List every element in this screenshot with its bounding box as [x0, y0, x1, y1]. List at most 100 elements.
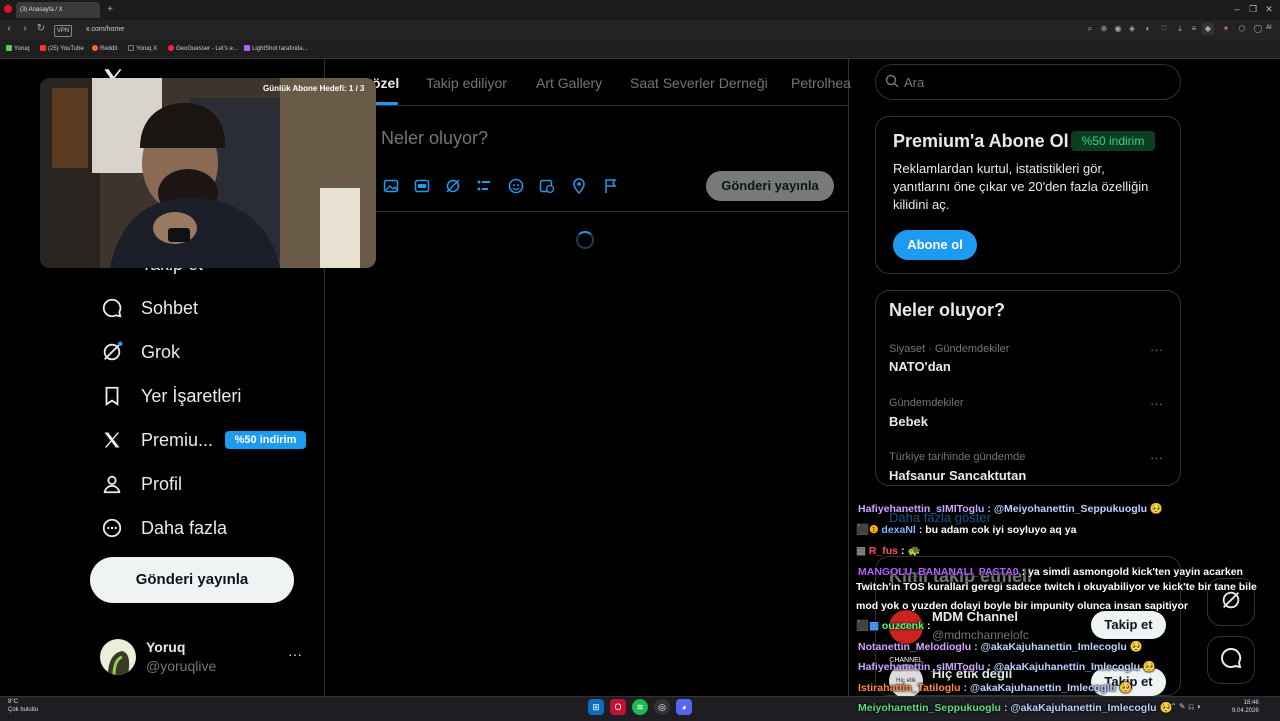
loading-spinner-icon: [576, 231, 594, 249]
zoom-icon[interactable]: ⊕: [1098, 23, 1110, 35]
chat-message: Meiyohanettin_Seppukuoglu: @akaKajuhanet…: [858, 702, 1173, 714]
chat-username: Notanettin_Melodioglu: [858, 641, 972, 653]
spotify-icon[interactable]: ≋: [632, 699, 648, 715]
maximize-icon[interactable]: ❐: [1246, 2, 1260, 16]
browser-tab[interactable]: (3) Anasayfa / X: [16, 2, 100, 18]
chat-username: Hafiyehanettin_sIMIToglu: [858, 661, 985, 673]
chat-message: Twitch'in TOS kurallari geregi sadece tw…: [856, 581, 1257, 593]
nav-grok[interactable]: Grok: [100, 332, 180, 372]
account-handle[interactable]: @yoruqlive: [146, 658, 216, 674]
bookmark-item[interactable]: Yoruq X: [128, 44, 157, 54]
forward-icon[interactable]: ›: [18, 22, 32, 36]
opera-icon[interactable]: O: [610, 699, 626, 715]
extension-icon[interactable]: ✶: [1220, 23, 1232, 35]
heart-icon[interactable]: ♡: [1158, 23, 1170, 35]
gif-icon[interactable]: [414, 178, 430, 194]
premium-discount-badge[interactable]: %50 indirim: [225, 431, 306, 449]
chat-message: mod yok o yuzden dolayi boyle bir impuni…: [856, 600, 1188, 612]
bookmark-item[interactable]: GeoGuesser - Let's e...: [168, 44, 238, 54]
obs-icon[interactable]: ◎: [654, 699, 670, 715]
close-icon[interactable]: ✕: [1262, 2, 1276, 16]
url-field[interactable]: x.com/home: [86, 22, 286, 38]
opera-logo-icon[interactable]: [4, 5, 12, 13]
schedule-icon[interactable]: [539, 178, 555, 194]
search-icon: [885, 74, 899, 93]
trend-name[interactable]: NATO'dan: [889, 359, 951, 374]
suggested-account-handle: @mdmchannelofc: [932, 628, 1029, 642]
nav-label: Profil: [141, 473, 183, 494]
trend-meta: Siyaset · Gündemdekiler: [889, 343, 1010, 355]
reload-icon[interactable]: ↻: [34, 22, 48, 36]
bookmark-item[interactable]: Reddit: [92, 44, 117, 54]
bookmark-item[interactable]: (25) YouTube: [40, 44, 84, 54]
trend-name[interactable]: Hafsanur Sancaktutan: [889, 468, 1026, 483]
chat-message: Hafiyehanettin_sIMIToglu: @akaKajuhanett…: [858, 661, 1157, 673]
chat-username: Istirahattin_Tatiloglu: [858, 682, 961, 694]
system-tray-icons[interactable]: ⌃ ✎ ⎌ ◗: [1170, 702, 1201, 712]
account-name[interactable]: Yoruq: [146, 639, 185, 655]
trend-more-icon[interactable]: ···: [1150, 450, 1163, 465]
nav-label: Grok: [141, 341, 181, 362]
nav-profile[interactable]: Profil: [100, 464, 182, 504]
chat-message: MANGOLU_BANANALI_PASTA0: ya simdi asmong…: [858, 566, 1243, 578]
clock[interactable]: 18:46 9.04.2026: [1232, 699, 1259, 715]
x-logo-icon: [100, 428, 124, 452]
back-icon[interactable]: ‹: [2, 22, 16, 36]
wallet-icon[interactable]: ◐: [1142, 23, 1154, 35]
new-tab-icon[interactable]: +: [104, 4, 116, 16]
extension-icon[interactable]: ◆: [1202, 23, 1214, 35]
menu-icon[interactable]: ≡: [1188, 23, 1200, 35]
compose-post-button[interactable]: Gönderi yayınla: [706, 171, 834, 201]
chat-username: R_fus: [868, 545, 899, 557]
image-icon[interactable]: [383, 178, 399, 194]
search-input[interactable]: Ara: [904, 75, 924, 90]
trend-name[interactable]: Bebek: [889, 414, 928, 429]
webcam-overlay: [40, 78, 376, 268]
trend-more-icon[interactable]: ···: [1150, 396, 1163, 411]
follow-button[interactable]: Takip et: [1091, 611, 1166, 639]
more-circle-icon: [100, 516, 124, 540]
trend-meta: Türkiye tarihinde gündemde: [889, 451, 1026, 463]
ai-button[interactable]: AI: [1266, 25, 1272, 31]
discord-icon[interactable]: ◕: [676, 699, 692, 715]
tab-ozel[interactable]: özel: [372, 75, 399, 91]
nav-more[interactable]: Daha fazla: [100, 508, 227, 548]
nav-chat[interactable]: Sohbet: [100, 288, 198, 328]
minimize-icon[interactable]: –: [1230, 2, 1244, 16]
shield-icon[interactable]: ◈: [1126, 23, 1138, 35]
bookmark-item[interactable]: Yoruq: [6, 44, 29, 54]
grok-icon[interactable]: [445, 178, 461, 194]
messages-fab[interactable]: [1207, 636, 1255, 684]
bookmark-icon: [100, 384, 124, 408]
vpn-badge[interactable]: VPN: [54, 25, 72, 37]
start-icon[interactable]: ⊞: [588, 699, 604, 715]
chat-message: ⬛▦ ouzcenk:: [856, 620, 931, 632]
nav-label: Sohbet: [141, 297, 199, 318]
tab-following[interactable]: Takip ediliyor: [426, 75, 507, 91]
camera-icon[interactable]: ◉: [1112, 23, 1124, 35]
subscribe-button[interactable]: Abone ol: [893, 230, 977, 260]
nav-label: Daha fazla: [141, 517, 228, 538]
bookmark-item[interactable]: LightShot tarafında...: [244, 44, 308, 54]
tab-saat-severler[interactable]: Saat Severler Derneği: [630, 75, 768, 91]
emoji-icon[interactable]: [508, 178, 524, 194]
poll-icon[interactable]: [476, 178, 492, 194]
divider: [324, 105, 848, 106]
trend-more-icon[interactable]: ···: [1150, 342, 1163, 357]
account-more-icon[interactable]: ···: [288, 646, 302, 662]
profile-icon[interactable]: ◯: [1252, 23, 1264, 35]
nav-bookmarks[interactable]: Yer İşaretleri: [100, 376, 241, 416]
download-icon[interactable]: ⤓: [1174, 23, 1186, 35]
avatar[interactable]: [100, 639, 136, 675]
flag-icon[interactable]: [603, 178, 619, 194]
post-button[interactable]: Gönderi yayınla: [90, 557, 294, 603]
location-icon[interactable]: [571, 178, 587, 195]
premium-discount-badge: %50 indirim: [1071, 131, 1155, 151]
tab-petrolhead[interactable]: Petrolhea: [791, 75, 851, 91]
search-icon[interactable]: ⌕: [1084, 23, 1096, 35]
tab-art-gallery[interactable]: Art Gallery: [536, 75, 602, 91]
weather-widget[interactable]: 8°C Çok bulutlu: [8, 698, 38, 714]
extension-icon[interactable]: ⬡: [1236, 23, 1248, 35]
compose-input[interactable]: Neler oluyor?: [381, 128, 488, 149]
nav-premium[interactable]: Premiu...: [100, 420, 213, 460]
